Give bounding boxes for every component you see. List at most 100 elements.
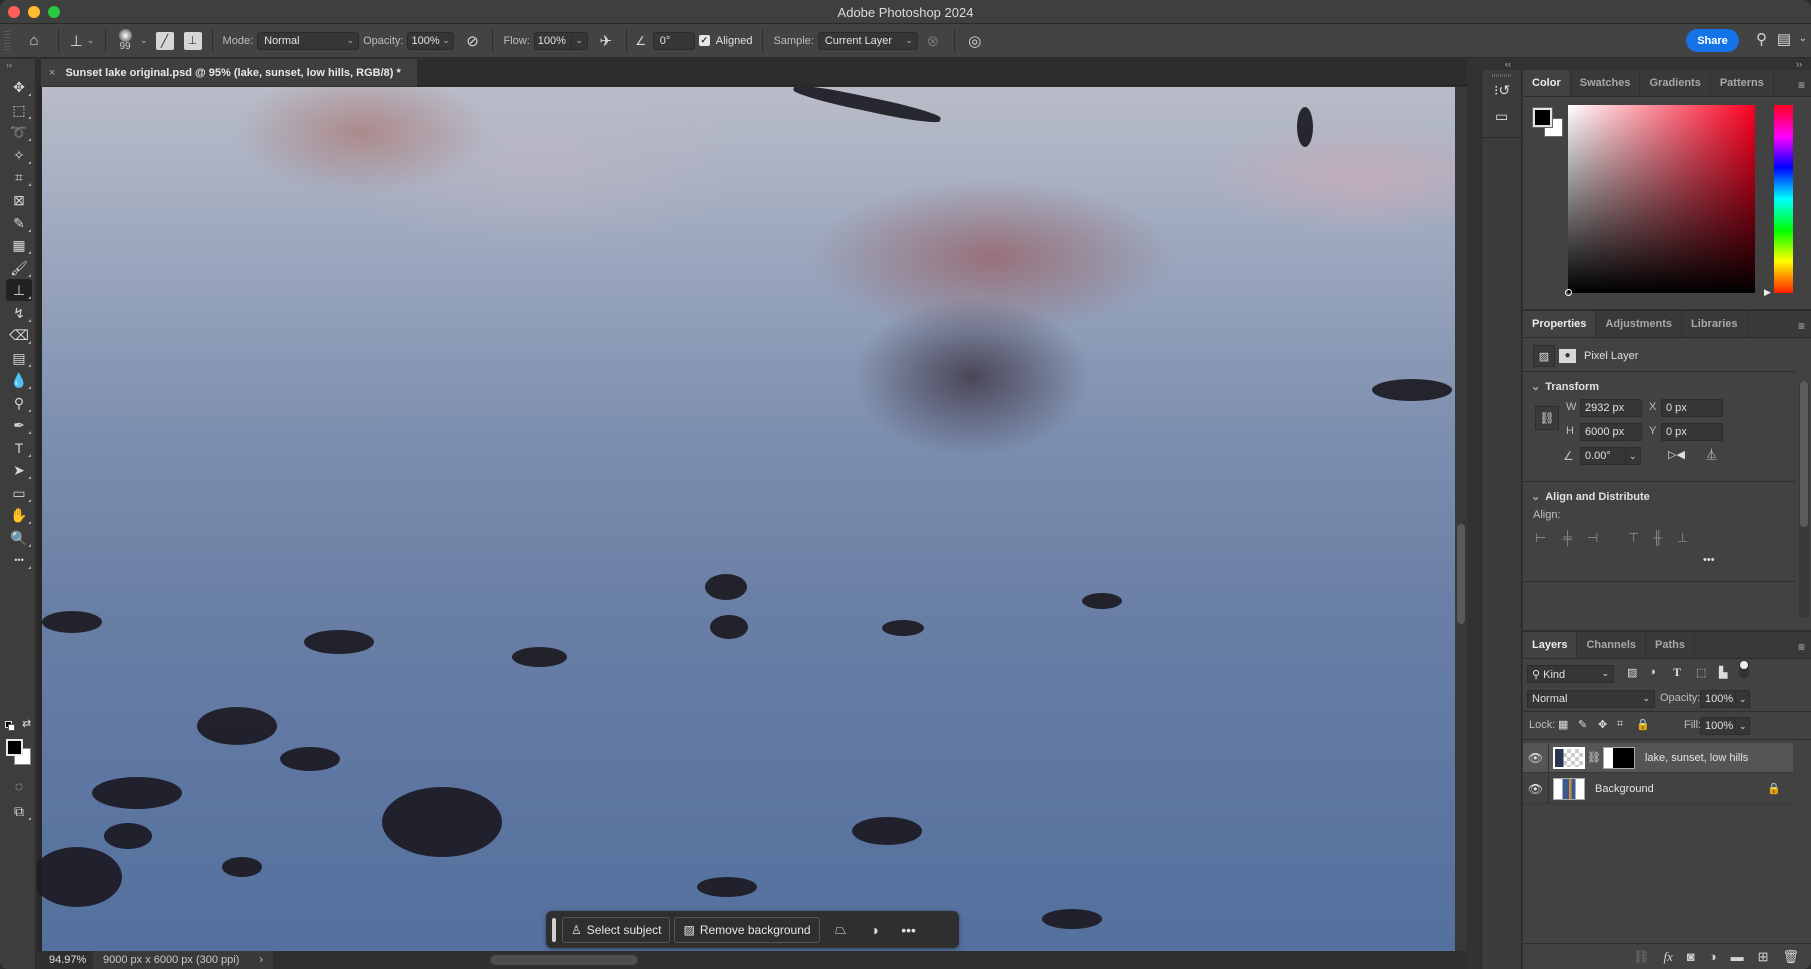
vertical-scrollbar[interactable] xyxy=(1455,87,1467,951)
lock-transparency-icon[interactable]: ▦ xyxy=(1558,718,1568,731)
pen-tool[interactable]: ✒ xyxy=(6,414,32,436)
flip-vertical-icon[interactable]: ⏅ xyxy=(1706,446,1717,462)
canvas-image[interactable] xyxy=(37,87,1466,951)
color-foreground-swatch[interactable] xyxy=(1532,107,1553,128)
adjustment-icon[interactable]: ◑ xyxy=(858,922,892,938)
blend-mode-select[interactable]: Normal ⌄ xyxy=(1527,690,1655,708)
more-align-options-icon[interactable]: ••• xyxy=(1703,554,1715,566)
brush-preset-picker[interactable]: 99 xyxy=(112,29,138,53)
default-colors-button[interactable] xyxy=(5,721,15,731)
new-layer-icon[interactable]: ⊞ xyxy=(1758,949,1769,965)
ignore-adjustment-layers-button[interactable]: ⊗ xyxy=(918,29,948,53)
tool-preset-picker[interactable]: ⊥ ⌄ xyxy=(65,29,99,53)
align-top-icon[interactable]: ⊤ xyxy=(1628,530,1639,546)
layer-opacity-input[interactable]: 100% xyxy=(1700,690,1736,708)
delete-layer-trash-icon[interactable]: 🗑 xyxy=(1782,949,1799,965)
task-bar-grip[interactable] xyxy=(552,917,556,942)
align-horizontal-center-icon[interactable]: ╪ xyxy=(1563,530,1572,545)
layer-thumbnail[interactable] xyxy=(1553,777,1585,800)
lasso-tool[interactable]: ➰ xyxy=(6,121,32,143)
layer-name[interactable]: lake, sunset, low hills xyxy=(1645,752,1748,764)
brush-tool[interactable]: 🖌 xyxy=(6,257,32,279)
clone-stamp-tool[interactable]: ⊥ xyxy=(6,279,32,301)
quick-mask-button[interactable]: ◌ xyxy=(6,775,32,797)
y-input[interactable]: 0 px xyxy=(1661,423,1723,441)
select-subject-button[interactable]: ♙ Select subject xyxy=(562,916,671,943)
filter-shape-icon[interactable]: ⬚ xyxy=(1696,666,1706,679)
layer-row[interactable]: 👁 ⛓ lake, sunset, low hills xyxy=(1523,742,1793,773)
chevron-down-icon[interactable]: ⌄ xyxy=(140,35,148,46)
layer-row[interactable]: 👁 Background 🔒 xyxy=(1523,773,1793,804)
comments-icon[interactable]: ▭ xyxy=(1495,108,1508,125)
filter-smart-object-icon[interactable]: ▙ xyxy=(1719,666,1727,679)
eraser-tool[interactable]: ⌫ xyxy=(6,324,32,346)
align-header[interactable]: ⌄ Align and Distribute xyxy=(1523,490,1650,503)
options-bar-grip[interactable] xyxy=(4,30,10,51)
add-mask-icon[interactable]: ◙ xyxy=(1687,949,1695,964)
align-right-icon[interactable]: ⊣ xyxy=(1587,530,1598,546)
brush-angle-input[interactable]: 0° xyxy=(652,31,695,50)
vertical-scrollbar-thumb[interactable] xyxy=(1457,524,1465,624)
hue-slider[interactable] xyxy=(1774,105,1793,293)
remove-background-button[interactable]: ▨ Remove background xyxy=(674,916,820,943)
zoom-tool[interactable]: 🔍 xyxy=(6,527,32,549)
opacity-slider-toggle[interactable]: ⌄ xyxy=(438,31,455,50)
layer-style-fx-icon[interactable]: fx xyxy=(1663,949,1672,965)
strip-grip[interactable] xyxy=(1492,74,1512,77)
height-input[interactable]: 6000 px xyxy=(1580,423,1642,441)
hue-slider-handle[interactable]: ▶ xyxy=(1764,287,1771,298)
spot-healing-tool[interactable]: ▦ xyxy=(6,234,32,256)
filter-type-icon[interactable]: T xyxy=(1673,665,1681,680)
tab-layers[interactable]: Layers xyxy=(1523,632,1578,658)
foreground-color-swatch[interactable] xyxy=(6,739,23,756)
tab-color[interactable]: Color xyxy=(1523,70,1571,96)
hand-tool[interactable]: ✋ xyxy=(6,504,32,526)
x-input[interactable]: 0 px xyxy=(1661,399,1723,417)
tab-paths[interactable]: Paths xyxy=(1646,632,1695,658)
document-tab[interactable]: × Sunset lake original.psd @ 95% (lake, … xyxy=(41,59,417,86)
rectangle-tool[interactable]: ▭ xyxy=(6,482,32,504)
home-button[interactable]: ⌂ xyxy=(16,29,52,53)
flip-horizontal-icon[interactable]: ▷◀ xyxy=(1668,448,1685,461)
tab-libraries[interactable]: Libraries xyxy=(1682,311,1748,337)
airbrush-button[interactable]: ✈ xyxy=(592,29,620,53)
layer-opacity-toggle[interactable]: ⌄ xyxy=(1735,690,1750,708)
zoom-level[interactable]: 94.97% xyxy=(37,954,93,966)
magic-wand-tool[interactable]: ✧ xyxy=(6,144,32,166)
gradient-tool[interactable]: ▤ xyxy=(6,347,32,369)
filter-toggle[interactable] xyxy=(1739,660,1749,678)
edit-toolbar[interactable]: ••• xyxy=(6,549,32,571)
align-bottom-icon[interactable]: ⊥ xyxy=(1677,530,1688,546)
swap-colors-icon[interactable]: ⇄ xyxy=(22,717,31,730)
close-document-icon[interactable]: × xyxy=(49,67,55,79)
link-layers-icon[interactable]: ⛓ xyxy=(1633,949,1650,965)
canvas-area[interactable] xyxy=(37,87,1467,951)
tab-adjustments[interactable]: Adjustments xyxy=(1596,311,1683,337)
path-selection-tool[interactable]: ➤ xyxy=(6,459,32,481)
visibility-eye-icon[interactable]: 👁 xyxy=(1523,773,1549,804)
transform-icon[interactable]: ⏢ xyxy=(824,921,858,938)
clone-source-button[interactable]: ⊥ xyxy=(183,31,202,50)
aligned-checkbox[interactable]: ✓ xyxy=(698,35,710,46)
layer-thumbnail[interactable] xyxy=(1553,746,1585,769)
new-group-folder-icon[interactable]: ▬ xyxy=(1731,949,1744,964)
pressure-size-button[interactable]: ◎ xyxy=(961,29,989,53)
mask-link-icon[interactable]: ⛓ xyxy=(1587,751,1601,764)
move-tool[interactable]: ✥ xyxy=(6,76,32,98)
color-picker-cursor[interactable] xyxy=(1565,289,1572,296)
lock-position-icon[interactable]: ✥ xyxy=(1598,718,1607,731)
history-brush-tool[interactable]: ↯ xyxy=(6,302,32,324)
horizontal-scrollbar-thumb[interactable] xyxy=(490,955,638,965)
rotation-dropdown[interactable]: ⌄ xyxy=(1625,447,1641,465)
dodge-tool[interactable]: ⚲ xyxy=(6,392,32,414)
filter-pixel-icon[interactable]: ▨ xyxy=(1627,666,1637,679)
tab-swatches[interactable]: Swatches xyxy=(1571,70,1641,96)
screen-mode-button[interactable]: ⧉ xyxy=(6,800,32,822)
type-tool[interactable]: T xyxy=(6,437,32,459)
lock-paint-icon[interactable]: ✎ xyxy=(1578,718,1587,731)
rotation-input[interactable]: 0.00° xyxy=(1580,447,1626,465)
flow-slider-toggle[interactable]: ⌄ xyxy=(571,31,588,50)
rectangular-marquee-tool[interactable]: ⬚ xyxy=(6,99,32,121)
new-adjustment-layer-icon[interactable]: ◑ xyxy=(1709,949,1717,964)
layer-name[interactable]: Background xyxy=(1595,783,1654,795)
